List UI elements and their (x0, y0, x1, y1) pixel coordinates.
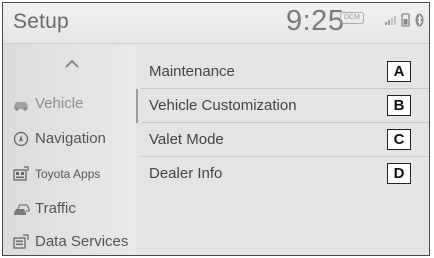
menu-item-label: Valet Mode (149, 131, 224, 148)
callout-label: B (387, 95, 411, 116)
sidebar: Vehicle Navigation Toyota Apps Traffic D… (3, 44, 136, 255)
sidebar-item-label: Navigation (35, 130, 106, 147)
signal-strength-icon (385, 16, 396, 25)
data-services-icon (13, 233, 29, 249)
menu-item-label: Vehicle Customization (149, 97, 297, 114)
scroll-up-chevron-icon[interactable] (63, 58, 81, 70)
car-icon (14, 101, 28, 111)
active-item-indicator (136, 89, 138, 123)
sidebar-item-label: Data Services (35, 233, 129, 250)
callout-label: D (387, 163, 411, 184)
menu-item-vehicle-customization[interactable]: Vehicle Customization B (141, 89, 429, 123)
navigation-icon (13, 131, 29, 146)
sidebar-item-vehicle[interactable]: Vehicle (3, 87, 136, 120)
page-title: Setup (13, 10, 69, 33)
sidebar-item-traffic[interactable]: Traffic (3, 192, 136, 225)
dcm-status-badge: DCM (340, 12, 364, 24)
menu-item-maintenance[interactable]: Maintenance A (141, 55, 429, 89)
callout-label: C (387, 129, 411, 150)
menu-item-valet-mode[interactable]: Valet Mode C (141, 123, 429, 157)
callout-label: A (387, 61, 411, 82)
sidebar-item-label: Toyota Apps (35, 166, 101, 181)
sidebar-item-label: Traffic (35, 200, 76, 217)
sidebar-item-navigation[interactable]: Navigation (3, 122, 136, 155)
sidebar-item-data-services[interactable]: Data Services (3, 225, 136, 255)
sidebar-item-label: Vehicle (35, 95, 84, 112)
apps-icon (13, 165, 29, 181)
screen-frame: Setup 9:25 DCM Vehicle Navigation Toyota… (2, 2, 430, 256)
bluetooth-icon (415, 13, 424, 27)
menu-item-label: Dealer Info (149, 165, 223, 182)
clock: 9:25 (286, 5, 345, 37)
traffic-icon (14, 203, 30, 215)
header-bar: Setup 9:25 DCM (3, 3, 429, 44)
phone-battery-icon (401, 13, 410, 27)
menu-item-dealer-info[interactable]: Dealer Info D (141, 157, 429, 190)
menu-item-label: Maintenance (149, 63, 235, 80)
sidebar-item-toyota-apps[interactable]: Toyota Apps (3, 157, 136, 190)
